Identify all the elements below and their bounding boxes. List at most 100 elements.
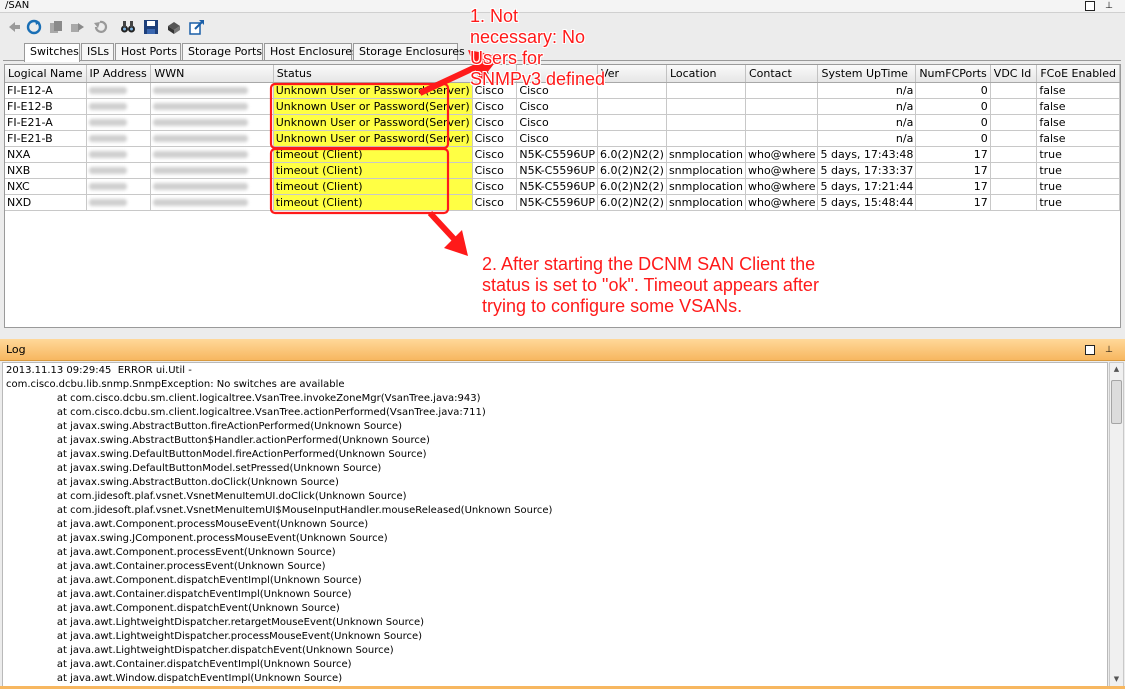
table-row[interactable]: NXC timeout (Client) Cisco N5K-C5596UP 6.0(2… [5, 178, 1120, 195]
cell-ip-address[interactable] [86, 194, 152, 211]
cell-status[interactable]: timeout (Client) [273, 162, 473, 179]
cell-location[interactable] [666, 130, 746, 147]
cell-vendor[interactable]: Cisco [472, 146, 518, 163]
cell-logical-name[interactable]: FI-E12-A [5, 82, 87, 99]
table-row[interactable]: FI-E21-B Unknown User or Password(Server)… [5, 130, 1120, 147]
log-text-area[interactable]: 2013.11.13 09:29:45 ERROR ui.Util - com.… [2, 362, 1108, 687]
cell-contact[interactable] [745, 98, 819, 115]
cell-contact[interactable] [745, 114, 819, 131]
cell-location[interactable]: snmplocation [666, 194, 746, 211]
cell-wwn[interactable] [150, 82, 274, 99]
cell-version[interactable]: 6.0(2)N2(2) [597, 162, 667, 179]
col-header-system-uptime[interactable]: System UpTime [817, 65, 917, 83]
cell-fcoe-enabled[interactable]: false [1036, 130, 1120, 147]
cell-logical-name[interactable]: FI-E21-B [5, 130, 87, 147]
cell-logical-name[interactable]: NXC [5, 178, 87, 195]
cell-logical-name[interactable]: NXB [5, 162, 87, 179]
cell-status[interactable]: Unknown User or Password(Server) [273, 98, 473, 115]
refresh-icon[interactable] [26, 19, 42, 35]
copy-icon[interactable] [48, 19, 64, 35]
cell-version[interactable]: 6.0(2)N2(2) [597, 146, 667, 163]
pin-icon[interactable]: ⊥ [1104, 1, 1114, 11]
cell-model[interactable]: N5K-C5596UP [516, 162, 599, 179]
cell-vendor[interactable]: Cisco [472, 162, 518, 179]
cell-system-uptime[interactable]: n/a [817, 130, 917, 147]
table-row[interactable]: NXD timeout (Client) Cisco N5K-C5596UP 6.0(2… [5, 194, 1120, 211]
cell-status[interactable]: timeout (Client) [273, 178, 473, 195]
cell-version[interactable]: 6.0(2)N2(2) [597, 178, 667, 195]
scroll-up-icon[interactable]: ▲ [1111, 364, 1122, 375]
cell-numfcports[interactable]: 0 [915, 114, 991, 131]
cell-contact[interactable]: who@where [745, 162, 819, 179]
cell-wwn[interactable] [150, 162, 274, 179]
cell-fcoe-enabled[interactable]: false [1036, 98, 1120, 115]
cell-vendor[interactable]: Cisco [472, 114, 518, 131]
cell-numfcports[interactable]: 17 [915, 178, 991, 195]
cell-fcoe-enabled[interactable]: false [1036, 114, 1120, 131]
cell-system-uptime[interactable]: 5 days, 15:48:44 [817, 194, 917, 211]
cell-logical-name[interactable]: FI-E21-A [5, 114, 87, 131]
cell-ip-address[interactable] [86, 114, 152, 131]
export-icon[interactable] [189, 19, 205, 35]
cell-status[interactable]: Unknown User or Password(Server) [273, 114, 473, 131]
cell-contact[interactable]: who@where [745, 146, 819, 163]
cell-ip-address[interactable] [86, 130, 152, 147]
tab-switches[interactable]: Switches [24, 43, 80, 62]
cell-wwn[interactable] [150, 178, 274, 195]
cell-vdc-id[interactable] [990, 114, 1038, 131]
cell-contact[interactable]: who@where [745, 194, 819, 211]
table-row[interactable]: FI-E12-B Unknown User or Password(Server)… [5, 98, 1120, 115]
cell-logical-name[interactable]: NXA [5, 146, 87, 163]
cell-fcoe-enabled[interactable]: true [1036, 178, 1120, 195]
cell-numfcports[interactable]: 17 [915, 162, 991, 179]
cell-location[interactable] [666, 82, 746, 99]
cell-vdc-id[interactable] [990, 162, 1038, 179]
binoculars-icon[interactable] [120, 19, 136, 35]
col-header-numfcports[interactable]: NumFCPorts [915, 65, 991, 83]
cell-model[interactable]: N5K-C5596UP [516, 194, 599, 211]
maximize-icon[interactable] [1085, 345, 1095, 355]
cell-system-uptime[interactable]: 5 days, 17:21:44 [817, 178, 917, 195]
cell-status[interactable]: Unknown User or Password(Server) [273, 130, 473, 147]
log-scrollbar[interactable]: ▲ ▼ [1109, 362, 1124, 687]
cell-version[interactable] [597, 114, 667, 131]
cell-model[interactable]: N5K-C5596UP [516, 178, 599, 195]
cell-vdc-id[interactable] [990, 146, 1038, 163]
cell-numfcports[interactable]: 17 [915, 194, 991, 211]
cell-location[interactable]: snmplocation [666, 162, 746, 179]
col-header-contact[interactable]: Contact [745, 65, 819, 83]
cell-vendor[interactable]: Cisco [472, 178, 518, 195]
cell-vdc-id[interactable] [990, 194, 1038, 211]
cell-wwn[interactable] [150, 146, 274, 163]
back-icon[interactable] [6, 19, 22, 35]
cell-system-uptime[interactable]: n/a [817, 114, 917, 131]
cell-contact[interactable] [745, 82, 819, 99]
cell-wwn[interactable] [150, 130, 274, 147]
cell-model[interactable]: Cisco [516, 98, 599, 115]
col-header-ip-address[interactable]: IP Address [86, 65, 152, 83]
tab-storage-enclosures[interactable]: Storage Enclosures [353, 43, 465, 61]
tab-host-enclosures[interactable]: Host Enclosures [264, 43, 358, 61]
cell-numfcports[interactable]: 0 [915, 98, 991, 115]
table-row[interactable]: NXA timeout (Client) Cisco N5K-C5596UP 6.0(2… [5, 146, 1120, 163]
cell-numfcports[interactable]: 0 [915, 82, 991, 99]
col-header-vdc-id[interactable]: VDC Id [990, 65, 1038, 83]
cell-wwn[interactable] [150, 98, 274, 115]
cell-status[interactable]: timeout (Client) [273, 194, 473, 211]
cell-model[interactable]: N5K-C5596UP [516, 146, 599, 163]
cell-vdc-id[interactable] [990, 82, 1038, 99]
col-header-fcoe-enabled[interactable]: FCoE Enabled [1036, 65, 1120, 83]
cell-wwn[interactable] [150, 194, 274, 211]
maximize-icon[interactable] [1085, 1, 1095, 11]
cell-fcoe-enabled[interactable]: true [1036, 162, 1120, 179]
cell-location[interactable]: snmplocation [666, 146, 746, 163]
tab-storage-ports[interactable]: Storage Ports [182, 43, 263, 61]
cell-logical-name[interactable]: NXD [5, 194, 87, 211]
cell-numfcports[interactable]: 17 [915, 146, 991, 163]
table-row[interactable]: FI-E21-A Unknown User or Password(Server)… [5, 114, 1120, 131]
cell-wwn[interactable] [150, 114, 274, 131]
cell-system-uptime[interactable]: 5 days, 17:33:37 [817, 162, 917, 179]
cell-location[interactable] [666, 98, 746, 115]
cell-fcoe-enabled[interactable]: true [1036, 146, 1120, 163]
cell-ip-address[interactable] [86, 162, 152, 179]
